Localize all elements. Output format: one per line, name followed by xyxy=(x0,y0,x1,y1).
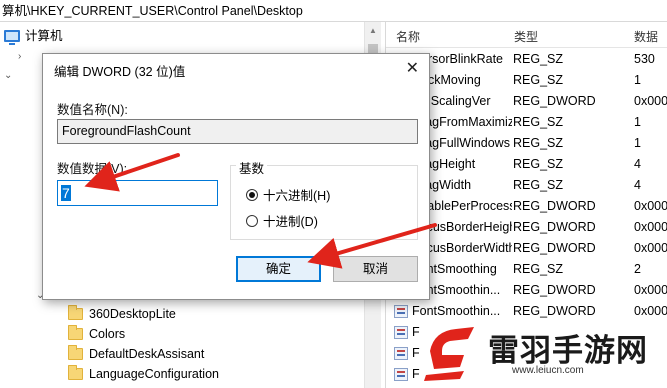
row-data: 1 xyxy=(634,115,641,129)
row-data: 0x000 xyxy=(634,199,667,213)
tree-item-label: LanguageConfiguration xyxy=(89,367,219,381)
row-type: REG_SZ xyxy=(513,178,564,192)
edit-dword-dialog: 编辑 DWORD (32 位)值 ✕ 数值名称(N): ForegroundFl… xyxy=(42,53,430,300)
row-data: 530 xyxy=(634,52,655,66)
tree-item[interactable]: Colors xyxy=(68,324,125,344)
row-type: REG_DWORD xyxy=(513,304,596,318)
value-name-field: ForegroundFlashCount xyxy=(57,119,418,144)
registry-value-icon xyxy=(394,347,408,360)
radio-hex-label: 十六进制(H) xyxy=(263,189,331,203)
radio-dec-label: 十进制(D) xyxy=(263,215,318,229)
row-data: 1 xyxy=(634,136,641,150)
row-data: 4 xyxy=(634,178,641,192)
column-header-data[interactable]: 数据 xyxy=(634,28,658,45)
list-header: 名称 类型 数据 xyxy=(386,22,667,48)
row-data: 0x000 xyxy=(634,304,667,318)
row-data: 4 xyxy=(634,157,641,171)
radio-dec[interactable]: 十进制(D) xyxy=(246,211,318,230)
scroll-up-icon[interactable]: ▲ xyxy=(369,26,377,35)
address-bar[interactable]: 算机\HKEY_CURRENT_USER\Control Panel\Deskt… xyxy=(0,0,667,22)
computer-icon xyxy=(4,30,20,45)
tree-item-label: 360DesktopLite xyxy=(89,307,176,321)
folder-icon xyxy=(68,365,83,380)
value-data-text: 7 xyxy=(61,185,71,201)
dialog-title: 编辑 DWORD (32 位)值 xyxy=(54,65,186,79)
row-data: 2 xyxy=(634,262,641,276)
folder-icon xyxy=(68,345,83,360)
row-type: REG_DWORD xyxy=(513,283,596,297)
chevron-right-icon[interactable]: › xyxy=(18,51,21,62)
list-row[interactable]: FontSmoothin... REG_DWORD 0x000 xyxy=(386,301,667,322)
ok-button[interactable]: 确定 xyxy=(236,256,321,282)
row-data: 1 xyxy=(634,73,641,87)
watermark-url: www.leiucn.com xyxy=(512,365,584,376)
row-type: REG_DWORD xyxy=(513,220,596,234)
tree-item[interactable]: DefaultDeskAssisant xyxy=(68,344,204,364)
row-data: 0x000 xyxy=(634,241,667,255)
folder-icon xyxy=(68,305,83,320)
registry-value-icon xyxy=(394,326,408,339)
column-header-name[interactable]: 名称 xyxy=(396,28,420,45)
tree-item-label: Colors xyxy=(89,327,126,341)
registry-value-icon xyxy=(394,368,408,381)
row-type: REG_DWORD xyxy=(513,241,596,255)
close-icon[interactable]: ✕ xyxy=(406,58,419,78)
tree-item[interactable]: 360DesktopLite xyxy=(68,304,176,324)
row-type: REG_SZ xyxy=(513,52,564,66)
row-type: REG_SZ xyxy=(513,136,564,150)
row-data: 0x000 xyxy=(634,283,667,297)
tree-item[interactable]: LanguageConfiguration xyxy=(68,364,219,384)
row-type: REG_DWORD xyxy=(513,199,596,213)
row-type: REG_SZ xyxy=(513,73,564,87)
radio-unchecked-icon xyxy=(246,214,258,227)
tree-item-label: DefaultDeskAssisant xyxy=(89,347,205,361)
radio-checked-icon xyxy=(246,188,258,201)
row-type: REG_SZ xyxy=(513,115,564,129)
row-name: FontSmoothin... xyxy=(412,304,501,318)
cancel-button[interactable]: 取消 xyxy=(333,256,418,282)
row-type: REG_DWORD xyxy=(513,94,596,108)
watermark-text: 雷羽手游网 xyxy=(488,333,648,369)
column-header-type[interactable]: 类型 xyxy=(514,28,538,45)
radio-hex[interactable]: 十六进制(H) xyxy=(246,185,330,204)
base-group-title: 基数 xyxy=(236,158,268,177)
row-data: 0x000 xyxy=(634,94,667,108)
row-data: 0x000 xyxy=(634,220,667,234)
row-type: REG_SZ xyxy=(513,262,564,276)
value-data-input[interactable]: 7 xyxy=(57,180,218,206)
folder-icon xyxy=(68,325,83,340)
chevron-down-icon[interactable]: ⌄ xyxy=(4,70,12,81)
tree-root-label: 计算机 xyxy=(25,29,63,43)
value-name-label: 数值名称(N): xyxy=(57,103,128,117)
watermark: 雷羽手游网 www.leiucn.com xyxy=(420,321,660,385)
value-data-label: 数值数据(V): xyxy=(57,162,128,176)
tree-root-computer[interactable]: 计算机 xyxy=(4,26,63,46)
watermark-logo-icon xyxy=(424,327,474,381)
row-type: REG_SZ xyxy=(513,157,564,171)
registry-value-icon xyxy=(394,305,408,318)
